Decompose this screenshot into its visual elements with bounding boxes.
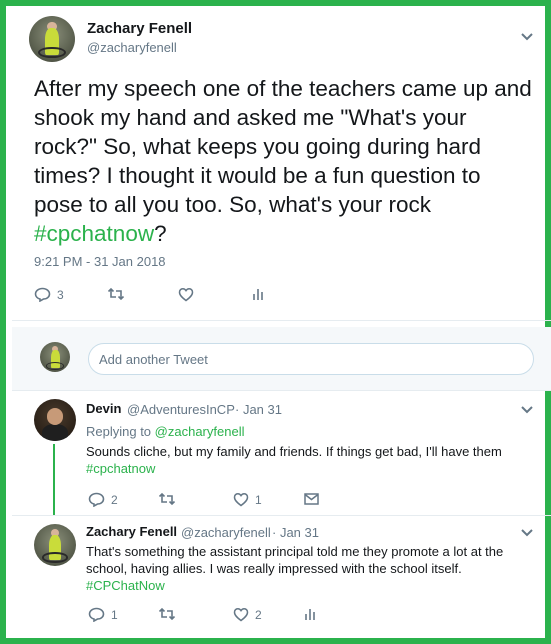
reply-count: 1 bbox=[111, 607, 118, 622]
add-tweet-input[interactable]: Add another Tweet bbox=[88, 343, 534, 375]
chevron-down-icon[interactable] bbox=[520, 32, 534, 42]
author-handle[interactable]: @zacharyfenell bbox=[181, 525, 271, 540]
author-name[interactable]: Zachary Fenell bbox=[86, 524, 177, 539]
like-button[interactable] bbox=[178, 287, 194, 302]
tweet-text-body: After my speech one of the teachers came… bbox=[34, 76, 532, 217]
like-icon bbox=[233, 607, 249, 622]
like-icon bbox=[178, 287, 194, 302]
like-icon bbox=[233, 492, 249, 507]
reply-compose-area: Add another Tweet bbox=[12, 327, 551, 390]
reply-button[interactable]: 1 bbox=[88, 607, 118, 622]
reply-text-body: Sounds cliche, but my family and friends… bbox=[86, 444, 502, 459]
retweet-icon bbox=[158, 607, 176, 621]
reply-text: That's something the assistant principal… bbox=[86, 543, 526, 594]
analytics-icon bbox=[305, 609, 315, 620]
replying-to-label: Replying to bbox=[86, 424, 152, 439]
replying-to: Replying to @zacharyfenell bbox=[86, 424, 244, 439]
reply-icon bbox=[34, 287, 51, 302]
hashtag-link[interactable]: #cpchatnow bbox=[86, 461, 155, 476]
like-button[interactable]: 2 bbox=[233, 607, 262, 622]
thread-line bbox=[53, 444, 55, 515]
message-icon bbox=[304, 493, 319, 505]
author-handle[interactable]: @AdventuresInCP bbox=[127, 402, 235, 417]
reply-count: 3 bbox=[57, 287, 64, 302]
reply-button[interactable]: 2 bbox=[88, 492, 118, 507]
retweet-button[interactable] bbox=[107, 287, 125, 301]
tweet-text-end: ? bbox=[154, 221, 167, 246]
like-button[interactable]: 1 bbox=[233, 492, 262, 507]
like-count: 2 bbox=[255, 607, 262, 622]
message-button[interactable] bbox=[304, 493, 319, 505]
avatar[interactable] bbox=[34, 399, 76, 441]
chevron-down-icon[interactable] bbox=[520, 405, 534, 415]
main-tweet: Zachary Fenell @zacharyfenell After my s… bbox=[12, 12, 551, 326]
retweet-button[interactable] bbox=[158, 492, 176, 506]
avatar bbox=[40, 342, 70, 372]
analytics-button[interactable] bbox=[252, 287, 264, 301]
author-name[interactable]: Zachary Fenell bbox=[87, 20, 192, 37]
mention-link[interactable]: @zacharyfenell bbox=[155, 424, 245, 439]
retweet-icon bbox=[158, 492, 176, 506]
reply-button[interactable]: 3 bbox=[34, 287, 64, 302]
reply-icon bbox=[88, 607, 105, 622]
analytics-icon bbox=[253, 289, 263, 300]
like-count: 1 bbox=[255, 492, 262, 507]
tweet-card: Zachary Fenell @zacharyfenell After my s… bbox=[0, 0, 551, 644]
tweet-date[interactable]: · Jan 31 bbox=[272, 525, 319, 540]
chevron-down-icon[interactable] bbox=[520, 528, 534, 538]
reply-icon bbox=[88, 492, 105, 507]
tweet-date[interactable]: · Jan 31 bbox=[235, 402, 282, 417]
hashtag-link[interactable]: #CPChatNow bbox=[86, 578, 165, 593]
timestamp[interactable]: 9:21 PM - 31 Jan 2018 bbox=[34, 254, 166, 269]
avatar[interactable] bbox=[29, 16, 75, 62]
hashtag-link[interactable]: #cpchatnow bbox=[34, 221, 154, 246]
reply-text: Sounds cliche, but my family and friends… bbox=[86, 443, 516, 477]
tweet-text: After my speech one of the teachers came… bbox=[34, 74, 534, 248]
divider bbox=[12, 390, 551, 391]
retweet-icon bbox=[107, 287, 125, 301]
divider bbox=[12, 320, 551, 321]
analytics-button[interactable] bbox=[304, 607, 316, 621]
author-handle[interactable]: @zacharyfenell bbox=[87, 40, 177, 55]
author-name[interactable]: Devin bbox=[86, 401, 121, 416]
avatar[interactable] bbox=[34, 524, 76, 566]
divider bbox=[12, 515, 551, 516]
reply-count: 2 bbox=[111, 492, 118, 507]
reply-text-body: That's something the assistant principal… bbox=[86, 544, 504, 576]
retweet-button[interactable] bbox=[158, 607, 176, 621]
